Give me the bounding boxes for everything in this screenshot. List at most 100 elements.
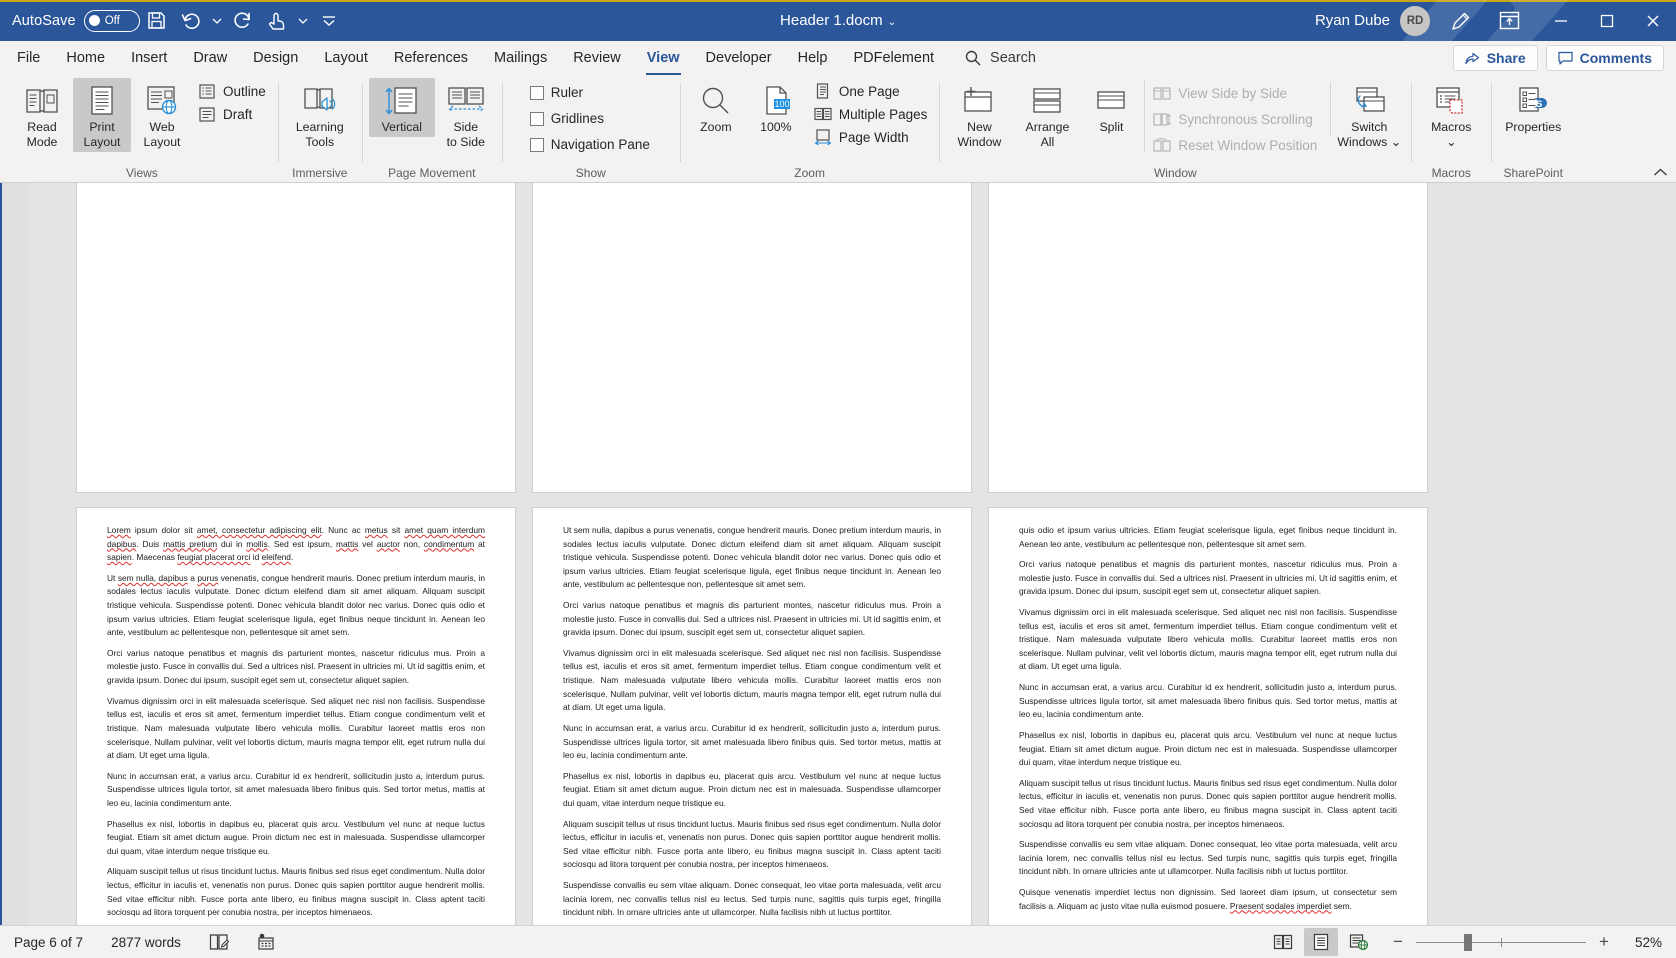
macros-label-2: ⌄: [1446, 135, 1457, 149]
search-input[interactable]: Search: [947, 41, 1036, 75]
zoom-level-label[interactable]: 52%: [1622, 935, 1662, 950]
multiple-pages-button[interactable]: Multiple Pages: [811, 105, 933, 123]
one-page-icon: [814, 83, 832, 99]
learning-tools-label-2: Tools: [305, 135, 335, 149]
print-layout-button[interactable]: Print Layout: [73, 78, 131, 152]
tab-label: Mailings: [494, 50, 548, 66]
avatar[interactable]: RD: [1400, 5, 1430, 36]
collapse-ribbon-icon[interactable]: [1653, 167, 1668, 178]
draft-icon: [198, 106, 216, 122]
page-width-icon: [814, 129, 832, 145]
zoom-thumb[interactable]: [1464, 933, 1472, 951]
document-page[interactable]: Quisque venenatis imperdiet lectus non d…: [532, 183, 972, 493]
save-icon[interactable]: [140, 5, 174, 37]
tab-help[interactable]: Help: [785, 41, 841, 75]
navigation-pane-checkbox[interactable]: Navigation Pane: [527, 136, 655, 153]
tab-mailings[interactable]: Mailings: [481, 41, 560, 75]
tab-developer[interactable]: Developer: [693, 41, 785, 75]
zoom-in-button[interactable]: +: [1596, 932, 1612, 952]
synchronous-scrolling-button: Synchronous Scrolling: [1150, 110, 1322, 128]
switch-windows-button[interactable]: Switch Windows ⌄: [1330, 78, 1404, 152]
tab-insert[interactable]: Insert: [118, 41, 180, 75]
minimize-button[interactable]: [1538, 0, 1584, 41]
split-button[interactable]: Split: [1082, 78, 1140, 137]
gridlines-checkbox[interactable]: Gridlines: [527, 110, 655, 127]
tab-label: Help: [797, 50, 828, 66]
sharepoint-properties-button[interactable]: S Properties: [1498, 78, 1568, 137]
zoom-slider[interactable]: − + 52%: [1390, 932, 1662, 952]
autosave-toggle[interactable]: Off: [83, 9, 140, 32]
tab-references[interactable]: References: [381, 41, 481, 75]
user-name[interactable]: Ryan Dube: [1315, 12, 1390, 29]
macros-button[interactable]: Macros ⌄: [1418, 78, 1484, 152]
title-dropdown-icon[interactable]: ⌄: [888, 17, 896, 28]
read-mode-button[interactable]: Read Mode: [13, 78, 71, 152]
customize-qat-icon[interactable]: [312, 5, 346, 37]
document-page[interactable]: Ut sem nulla, dapibus a purus venenatis,…: [532, 507, 972, 925]
print-layout-view-button[interactable]: [1304, 928, 1338, 956]
tab-draw[interactable]: Draw: [180, 41, 240, 75]
one-page-button[interactable]: One Page: [811, 82, 933, 100]
document-area[interactable]: facilisis a. Aliquam ac justo vitae null…: [0, 183, 1676, 925]
web-layout-label-2: Layout: [143, 135, 181, 149]
checkbox-box: [529, 111, 544, 126]
page-width-button[interactable]: Page Width: [811, 128, 933, 146]
undo-icon[interactable]: [174, 5, 208, 37]
tab-view[interactable]: View: [634, 41, 693, 75]
web-layout-button[interactable]: Web Layout: [133, 78, 191, 152]
web-layout-view-button[interactable]: [1342, 928, 1376, 956]
tab-pdfelement[interactable]: PDFelement: [840, 41, 947, 75]
ribbon-display-options-icon[interactable]: [1494, 0, 1524, 41]
vertical-button[interactable]: Vertical: [368, 78, 435, 137]
proofing-errors-button[interactable]: [195, 933, 243, 951]
zoom-out-button[interactable]: −: [1390, 932, 1406, 952]
switch-windows-label-1: Switch: [1351, 120, 1388, 134]
zoom-button[interactable]: Zoom: [687, 78, 745, 137]
arrange-all-button[interactable]: Arrange All: [1014, 78, 1080, 152]
page-scroll-region[interactable]: facilisis a. Aliquam ac justo vitae null…: [28, 183, 1676, 925]
new-window-button[interactable]: New Window: [946, 78, 1012, 152]
learning-tools-button[interactable]: Learning Tools: [285, 78, 355, 152]
comments-button[interactable]: Comments: [1545, 45, 1664, 71]
tab-layout[interactable]: Layout: [311, 41, 381, 75]
zoom-track[interactable]: [1416, 933, 1586, 951]
outline-button[interactable]: Outline: [195, 82, 271, 100]
close-button[interactable]: [1630, 0, 1676, 41]
share-button[interactable]: Share: [1452, 45, 1538, 71]
side-to-side-label-1: Side: [453, 120, 479, 134]
document-page[interactable]: facilisis a. Aliquam ac justo vitae null…: [988, 183, 1428, 493]
tab-file[interactable]: File: [0, 41, 53, 75]
group-label-immersive: Immersive: [292, 166, 348, 180]
outline-icon: [198, 83, 216, 99]
group-label-zoom: Zoom: [794, 166, 825, 180]
paragraph: Nunc in accumsan erat, a varius arcu. Cu…: [1019, 682, 1397, 720]
read-mode-view-button[interactable]: [1266, 928, 1300, 956]
tab-review[interactable]: Review: [560, 41, 634, 75]
touch-dropdown-icon[interactable]: [294, 5, 312, 37]
touch-mode-icon[interactable]: [260, 5, 294, 37]
maximize-button[interactable]: [1584, 0, 1630, 41]
reset-window-position-button: Reset Window Position: [1150, 136, 1322, 154]
redo-icon[interactable]: [226, 5, 260, 37]
checkbox-box: [529, 85, 544, 100]
tab-label: Developer: [705, 50, 772, 66]
ribbon-group-macros: Macros ⌄ Macros: [1411, 75, 1491, 182]
page-indicator[interactable]: Page 6 of 7: [0, 935, 97, 950]
document-page[interactable]: quis odio et ipsum varius ultricies. Eti…: [988, 507, 1428, 925]
document-page[interactable]: Lorem ipsum dolor sit amet, consectetur …: [76, 507, 516, 925]
zoom-100-icon: 100: [760, 82, 792, 120]
accessibility-button[interactable]: [243, 933, 291, 951]
undo-dropdown-icon[interactable]: [208, 5, 226, 37]
document-page[interactable]: facilisis a. Aliquam ac justo vitae null…: [76, 183, 516, 493]
group-label-macros: Macros: [1431, 166, 1471, 180]
ruler-checkbox[interactable]: Ruler: [527, 84, 655, 101]
zoom-100-button[interactable]: 100 100%: [747, 78, 805, 137]
tab-design[interactable]: Design: [240, 41, 311, 75]
tab-home[interactable]: Home: [53, 41, 118, 75]
ink-pen-icon[interactable]: [1446, 0, 1476, 41]
draft-button[interactable]: Draft: [195, 105, 271, 123]
side-to-side-button[interactable]: Side to Side: [437, 78, 495, 152]
paragraph: Vivamus dignissim orci in elit malesuada…: [1019, 607, 1397, 672]
word-count[interactable]: 2877 words: [97, 935, 195, 950]
status-bar: Page 6 of 7 2877 words − + 52%: [0, 925, 1676, 958]
